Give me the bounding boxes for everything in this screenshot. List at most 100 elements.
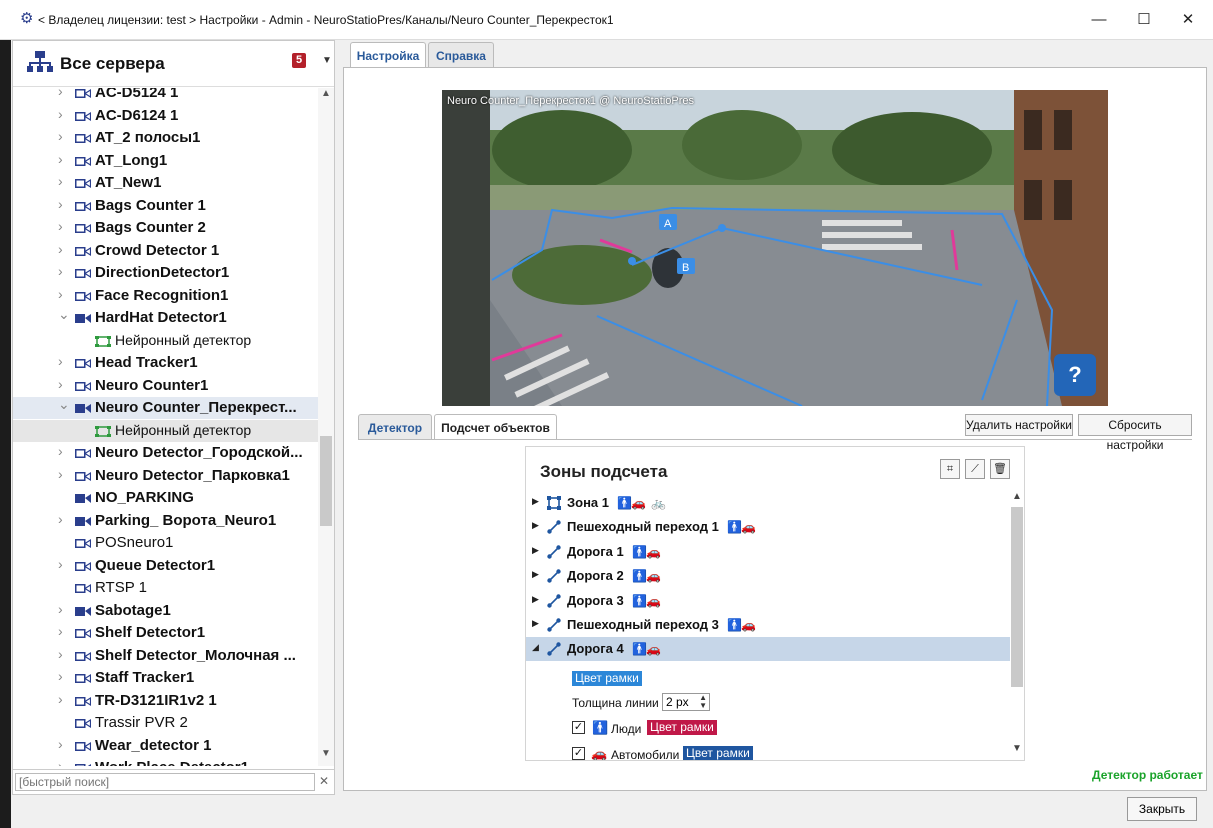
delete-settings-button[interactable]: Удалить настройки (965, 414, 1073, 436)
chevron-right-icon[interactable]: › (58, 736, 63, 752)
zone-item[interactable]: ▶ Зона 1 🚹 🚗 🚲 (526, 491, 1010, 515)
tree-channel-item[interactable]: NO_PARKING (13, 487, 318, 509)
tree-channel-item[interactable]: › AC-D6124 1 (13, 105, 318, 127)
scroll-up-icon[interactable]: ▲ (321, 88, 331, 99)
tree-channel-item[interactable]: RTSP 1 (13, 577, 318, 599)
chevron-right-icon[interactable]: › (58, 443, 63, 459)
chevron-right-icon[interactable]: › (58, 286, 63, 302)
scrollbar-thumb[interactable] (320, 436, 332, 526)
add-zone-icon[interactable]: ⌗ (940, 459, 960, 479)
tree-channel-item[interactable]: › AT_Long1 (13, 150, 318, 172)
tree-channel-item[interactable]: ⌄ HardHat Detector1 (13, 306, 318, 329)
tree-channel-item[interactable]: › Parking_ Ворота_Neuro1 (13, 510, 318, 532)
help-button[interactable]: ? (1054, 354, 1096, 396)
zone-item[interactable]: ▶ Дорога 3 🚹 🚗 (526, 589, 1010, 613)
chevron-right-icon[interactable]: › (58, 196, 63, 212)
scroll-up-icon[interactable]: ▲ (1012, 491, 1022, 502)
quick-search-input[interactable] (15, 773, 315, 791)
chevron-right-icon[interactable]: › (58, 106, 63, 122)
tree-channel-item[interactable]: › Crowd Detector 1 (13, 240, 318, 262)
tree-channel-item[interactable]: POSneuro1 (13, 532, 318, 554)
maximize-icon[interactable]: ☐ (1128, 8, 1160, 32)
tree-channel-item[interactable]: › Wear_detector 1 (13, 735, 318, 757)
frame-color-button[interactable]: Цвет рамки (572, 671, 642, 686)
chevron-right-icon[interactable]: › (58, 263, 63, 279)
chevron-right-icon[interactable]: › (58, 623, 63, 639)
expanded-arrow-icon[interactable]: ◢ (532, 642, 539, 653)
add-line-icon[interactable]: ⟋ (965, 459, 985, 479)
collapsed-arrow-icon[interactable]: ▶ (532, 594, 539, 605)
tree-channel-item[interactable]: › Shelf Detector1 (13, 622, 318, 644)
chevron-right-icon[interactable]: › (58, 376, 63, 392)
people-checkbox[interactable]: ✓ (572, 721, 585, 734)
line-width-stepper[interactable]: 2 px ▲ ▼ (662, 693, 710, 711)
people-color-button[interactable]: Цвет рамки (647, 720, 717, 735)
tab-object-counting[interactable]: Подсчет объектов (434, 414, 557, 440)
cars-color-button[interactable]: Цвет рамки (683, 746, 753, 760)
chevron-right-icon[interactable]: › (58, 88, 63, 99)
tab-settings[interactable]: Настройка (350, 42, 426, 69)
camera-preview[interactable]: A B Neuro Counter_Перекресток1 @ NeuroSt… (442, 90, 1108, 406)
zone-item[interactable]: ◢ Дорога 4 🚹 🚗 (526, 637, 1010, 662)
collapsed-arrow-icon[interactable]: ▶ (532, 545, 539, 556)
scroll-down-icon[interactable]: ▼ (1012, 743, 1022, 754)
collapsed-arrow-icon[interactable]: ▶ (532, 520, 539, 531)
zones-scrollbar[interactable]: ▲ ▼ (1010, 491, 1024, 759)
chevron-right-icon[interactable]: › (58, 511, 63, 527)
chevron-right-icon[interactable]: › (58, 218, 63, 234)
clear-icon[interactable]: ✕ (319, 774, 329, 788)
tab-help[interactable]: Справка (428, 42, 494, 68)
collapsed-arrow-icon[interactable]: ▶ (532, 569, 539, 580)
tree-channel-item[interactable]: › AT_2 полосы1 (13, 127, 318, 149)
tree-channel-item[interactable]: › AT_New1 (13, 172, 318, 194)
close-button[interactable]: Закрыть (1127, 797, 1197, 821)
chevron-right-icon[interactable]: › (58, 668, 63, 684)
tree-channel-item[interactable]: › Staff Tracker1 (13, 667, 318, 689)
tree-channel-item[interactable]: › Queue Detector1 (13, 555, 318, 577)
collapsed-arrow-icon[interactable]: ▶ (532, 496, 539, 507)
tab-detector[interactable]: Детектор (358, 414, 432, 440)
tree-channel-item[interactable]: › Work Place Detector1 (13, 757, 318, 766)
chevron-right-icon[interactable]: › (58, 466, 63, 482)
chevron-right-icon[interactable]: › (58, 758, 63, 766)
scroll-down-icon[interactable]: ▼ (321, 748, 331, 759)
reset-settings-button[interactable]: Сбросить настройки (1078, 414, 1192, 452)
tree-channel-item[interactable]: › Head Tracker1 (13, 352, 318, 374)
chevron-down-icon[interactable]: ▼ (322, 55, 332, 66)
chevron-right-icon[interactable]: › (58, 241, 63, 257)
zone-item[interactable]: ▶ Дорога 1 🚹 🚗 (526, 540, 1010, 564)
tree-channel-item[interactable]: › AC-D5124 1 (13, 88, 318, 104)
chevron-right-icon[interactable]: › (58, 151, 63, 167)
scrollbar-thumb[interactable] (1011, 507, 1023, 687)
tree-channel-item[interactable]: ⌄ Neuro Counter_Перекрест... (13, 396, 318, 419)
cars-checkbox[interactable]: ✓ (572, 747, 585, 760)
chevron-down-icon[interactable]: ⌄ (58, 396, 70, 413)
chevron-right-icon[interactable]: › (58, 601, 63, 617)
tree-channel-item[interactable]: › Bags Counter 1 (13, 195, 318, 217)
chevron-down-icon[interactable]: ⌄ (58, 306, 70, 323)
stepper-arrows-icon[interactable]: ▲ ▼ (699, 694, 707, 710)
chevron-right-icon[interactable]: › (58, 691, 63, 707)
tree-channel-item[interactable]: › Sabotage1 (13, 600, 318, 622)
chevron-right-icon[interactable]: › (58, 128, 63, 144)
tree-channel-item[interactable]: › TR-D3121IR1v2 1 (13, 690, 318, 712)
tree-channel-item[interactable]: › Neuro Detector_Парковка1 (13, 465, 318, 487)
tree-channel-item[interactable]: › Face Recognition1 (13, 285, 318, 307)
zone-item[interactable]: ▶ Пешеходный переход 1 🚹 🚗 (526, 515, 1010, 539)
tree-channel-item[interactable]: Trassir PVR 2 (13, 712, 318, 734)
collapsed-arrow-icon[interactable]: ▶ (532, 618, 539, 629)
tree-channel-item[interactable]: › Neuro Counter1 (13, 375, 318, 397)
tree-channel-item[interactable]: › DirectionDetector1 (13, 262, 318, 284)
tree-subitem[interactable]: Нейронный детектор (13, 330, 318, 352)
chevron-right-icon[interactable]: › (58, 353, 63, 369)
tree-subitem[interactable]: Нейронный детектор (13, 419, 318, 442)
chevron-right-icon[interactable]: › (58, 556, 63, 572)
server-selector[interactable]: Все сервера 5 ▼ (13, 41, 334, 87)
zone-item[interactable]: ▶ Дорога 2 🚹 🚗 (526, 564, 1010, 588)
chevron-right-icon[interactable]: › (58, 173, 63, 189)
tree-channel-item[interactable]: › Neuro Detector_Городской... (13, 442, 318, 464)
zone-item[interactable]: ▶ Пешеходный переход 3 🚹 🚗 (526, 613, 1010, 637)
chevron-right-icon[interactable]: › (58, 646, 63, 662)
tree-channel-item[interactable]: › Shelf Detector_Молочная ... (13, 645, 318, 667)
tree-scrollbar[interactable]: ▲ ▼ (318, 88, 334, 766)
